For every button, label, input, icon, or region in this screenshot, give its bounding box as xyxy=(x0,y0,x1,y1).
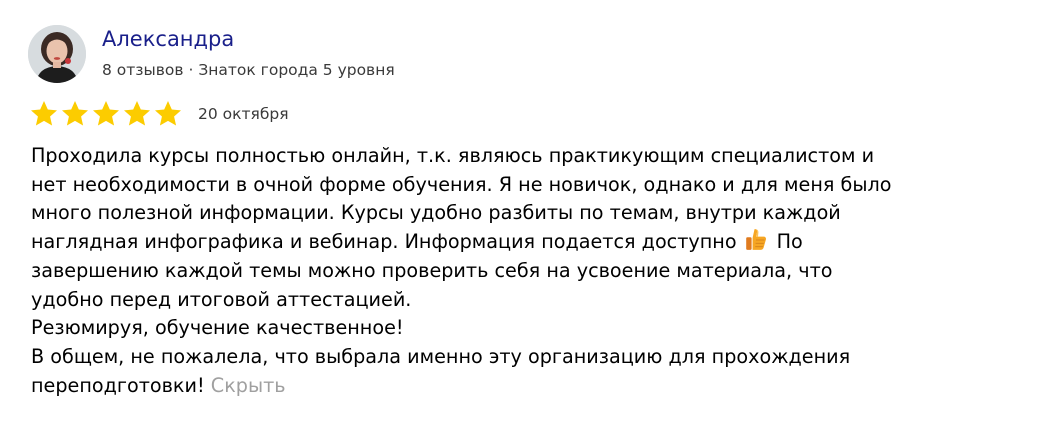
author-name-link[interactable]: Александра xyxy=(102,24,234,54)
review-line-part: наглядная инфографика и вебинар. Информа… xyxy=(31,230,737,254)
star-icon xyxy=(62,101,88,126)
review-line: завершению каждой темы можно проверить с… xyxy=(31,258,833,282)
review-text: Проходила курсы полностью онлайн, т.к. я… xyxy=(31,142,1036,400)
review-line-with-emoji: наглядная инфографика и вебинар. Информа… xyxy=(31,228,1036,257)
review-line-part: переподготовки! xyxy=(31,373,205,397)
star-icon xyxy=(124,101,150,126)
star-icon xyxy=(31,101,57,126)
review-line: Проходила курсы полностью онлайн, т.к. я… xyxy=(31,144,875,167)
star-rating xyxy=(29,99,183,129)
author-meta: 8 отзывов · Знаток города 5 уровня xyxy=(102,61,395,79)
star-icon xyxy=(155,101,181,126)
thumbs-up-icon xyxy=(745,229,766,251)
review-line-last: переподготовки! Скрыть xyxy=(31,372,1036,401)
avatar[interactable] xyxy=(28,25,86,83)
review-line: Резюмируя, обучение качественное! xyxy=(31,316,404,340)
review-line: В общем, не пожалела, что выбрала именно… xyxy=(31,344,851,368)
review-line-part: По xyxy=(776,230,803,254)
review-line: много полезной информации. Курсы удобно … xyxy=(31,201,841,225)
star-icon xyxy=(93,101,119,126)
review-card: Александра 8 отзывов · Знаток города 5 у… xyxy=(0,0,1046,443)
rating-row: 20 октября xyxy=(29,98,289,130)
collapse-review-link[interactable]: Скрыть xyxy=(211,374,286,397)
review-line: удобно перед итоговой аттестацией. xyxy=(31,287,412,311)
review-line: нет необходимости в очной форме обучения… xyxy=(31,172,892,196)
review-date: 20 октября xyxy=(198,105,289,123)
avatar-photo xyxy=(28,25,86,83)
